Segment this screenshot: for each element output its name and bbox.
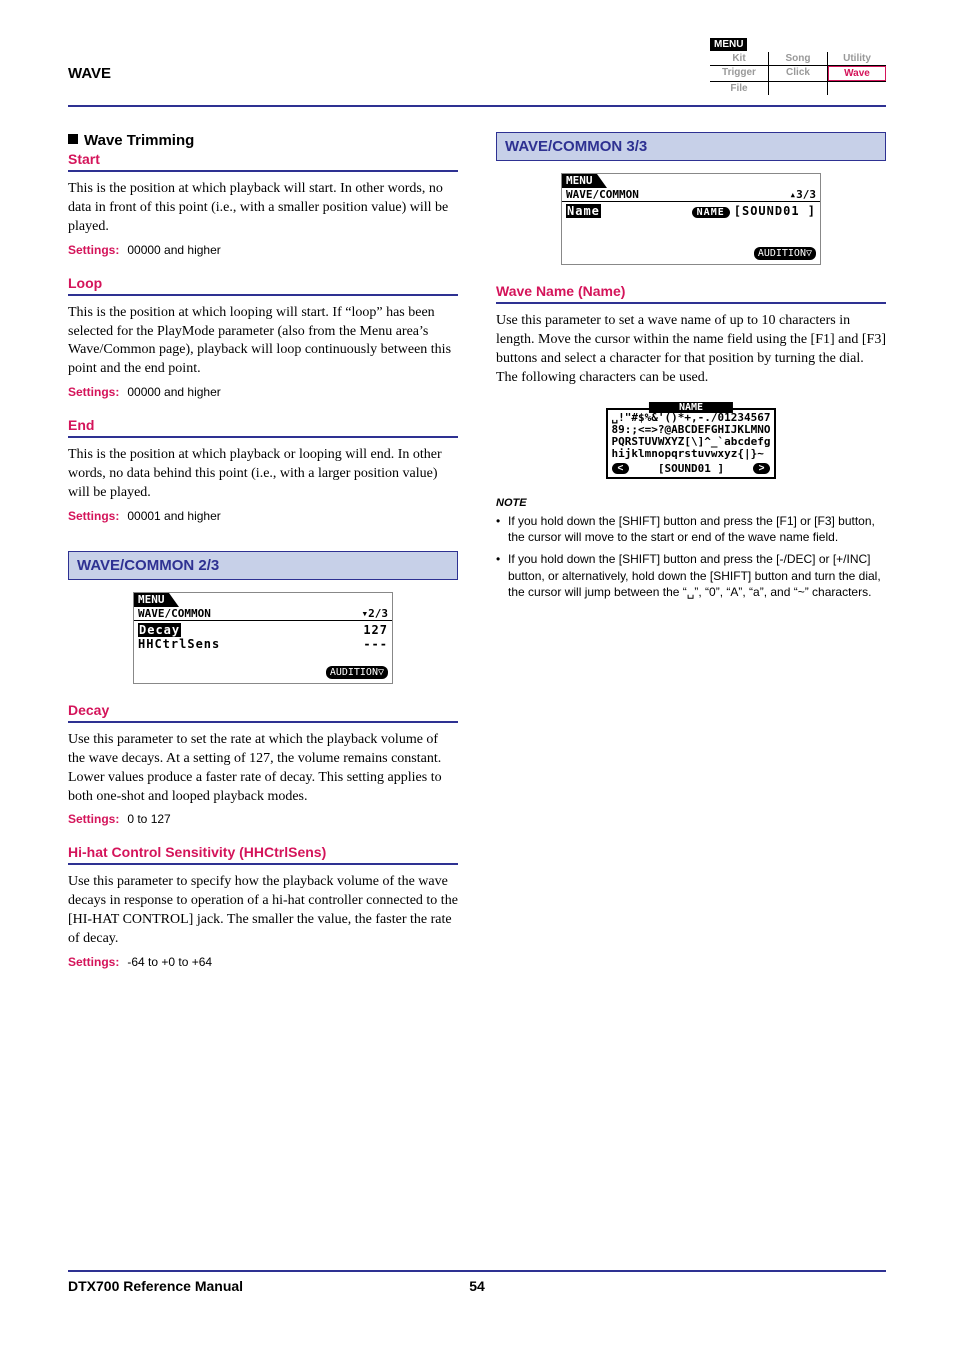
loop-heading: Loop bbox=[68, 275, 458, 296]
square-bullet-icon bbox=[68, 134, 78, 144]
menu-cell-wave: Wave bbox=[828, 66, 886, 81]
hhsens-body: Use this parameter to specify how the pl… bbox=[68, 873, 458, 949]
charset-row: 89:;<=>?@ABCDEFGHIJKLMNO bbox=[612, 424, 771, 436]
name-panel-value: [SOUND01 ] bbox=[658, 463, 724, 475]
lcd-path: WAVE/COMMON bbox=[138, 607, 211, 620]
lcd-path: WAVE/COMMON bbox=[566, 188, 639, 201]
lcd-screen-3-3: MENU WAVE/COMMON ▴3/3 Name NAME [SOUND01 … bbox=[561, 173, 821, 265]
lcd-name-value: [SOUND01 ] bbox=[734, 204, 816, 218]
right-arrow-icon: > bbox=[753, 463, 771, 474]
end-heading: End bbox=[68, 417, 458, 438]
wave-common-2-3-heading: WAVE/COMMON 2/3 bbox=[68, 551, 458, 580]
lcd-decay-value: 127 bbox=[363, 623, 388, 637]
page-section-title: WAVE bbox=[68, 35, 111, 82]
start-body: This is the position at which playback w… bbox=[68, 180, 458, 237]
note-list: If you hold down the [SHIFT] button and … bbox=[496, 513, 886, 600]
menu-cell-empty bbox=[828, 82, 886, 95]
end-body: This is the position at which playback o… bbox=[68, 446, 458, 503]
hhsens-settings: Settings:-64 to +0 to +64 bbox=[68, 955, 458, 969]
lcd-hhctrlsens-value: --- bbox=[363, 637, 388, 651]
note-item: If you hold down the [SHIFT] button and … bbox=[508, 513, 886, 545]
charset-row: ␣!"#$%&'()*+,-./01234567 bbox=[612, 412, 771, 424]
wave-common-3-3-heading: WAVE/COMMON 3/3 bbox=[496, 132, 886, 161]
lcd-tab: MENU bbox=[562, 174, 597, 188]
menu-cell-file: File bbox=[710, 82, 768, 95]
menu-grid: MENU Kit Song Utility Trigger Click Wave… bbox=[710, 35, 886, 95]
decay-settings: Settings:0 to 127 bbox=[68, 812, 458, 826]
menu-cell-kit: Kit bbox=[710, 52, 768, 65]
charset-row: hijklmnopqrstuvwxyz{|}~ bbox=[612, 448, 771, 460]
end-settings: Settings:00001 and higher bbox=[68, 509, 458, 523]
wave-trimming-heading: Wave Trimming bbox=[68, 132, 458, 149]
menu-cell-utility: Utility bbox=[828, 52, 886, 65]
decay-body: Use this parameter to set the rate at wh… bbox=[68, 731, 458, 807]
loop-settings: Settings:00000 and higher bbox=[68, 385, 458, 399]
name-panel-header: NAME bbox=[649, 402, 733, 413]
menu-cell-empty bbox=[769, 82, 827, 95]
lcd-name-char-panel: NAME ␣!"#$%&'()*+,-./01234567 89:;<=>?@A… bbox=[606, 408, 777, 479]
left-arrow-icon: < bbox=[612, 463, 630, 474]
note-item: If you hold down the [SHIFT] button and … bbox=[508, 551, 886, 600]
note-heading: NOTE bbox=[496, 497, 886, 509]
decay-heading: Decay bbox=[68, 702, 458, 723]
lcd-audition-button: AUDITION▽ bbox=[326, 666, 388, 679]
lcd-screen-2-3: MENU WAVE/COMMON ▾2/3 Decay 127 HHCtrlSen… bbox=[133, 592, 393, 684]
footer-manual-name: DTX700 Reference Manual bbox=[68, 1278, 243, 1294]
lcd-name-button: NAME bbox=[692, 207, 730, 218]
lcd-page-indicator: ▴3/3 bbox=[790, 188, 817, 201]
menu-cell-song: Song bbox=[769, 52, 827, 65]
footer-page-number: 54 bbox=[469, 1278, 485, 1294]
wave-name-heading: Wave Name (Name) bbox=[496, 283, 886, 304]
lcd-tab: MENU bbox=[134, 593, 169, 607]
start-settings: Settings:00000 and higher bbox=[68, 243, 458, 257]
lcd-name-label: Name bbox=[566, 204, 601, 218]
hhsens-heading: Hi-hat Control Sensitivity (HHCtrlSens) bbox=[68, 844, 458, 865]
lcd-hhctrlsens-label: HHCtrlSens bbox=[138, 637, 220, 651]
lcd-audition-button: AUDITION▽ bbox=[754, 247, 816, 260]
menu-cell-trigger: Trigger bbox=[710, 66, 768, 81]
loop-body: This is the position at which looping wi… bbox=[68, 304, 458, 380]
wave-name-body: Use this parameter to set a wave name of… bbox=[496, 312, 886, 388]
lcd-decay-label: Decay bbox=[138, 623, 181, 637]
start-heading: Start bbox=[68, 151, 458, 172]
menu-cell-click: Click bbox=[769, 66, 827, 81]
lcd-page-indicator: ▾2/3 bbox=[362, 607, 389, 620]
menu-tab-label: MENU bbox=[710, 38, 747, 51]
